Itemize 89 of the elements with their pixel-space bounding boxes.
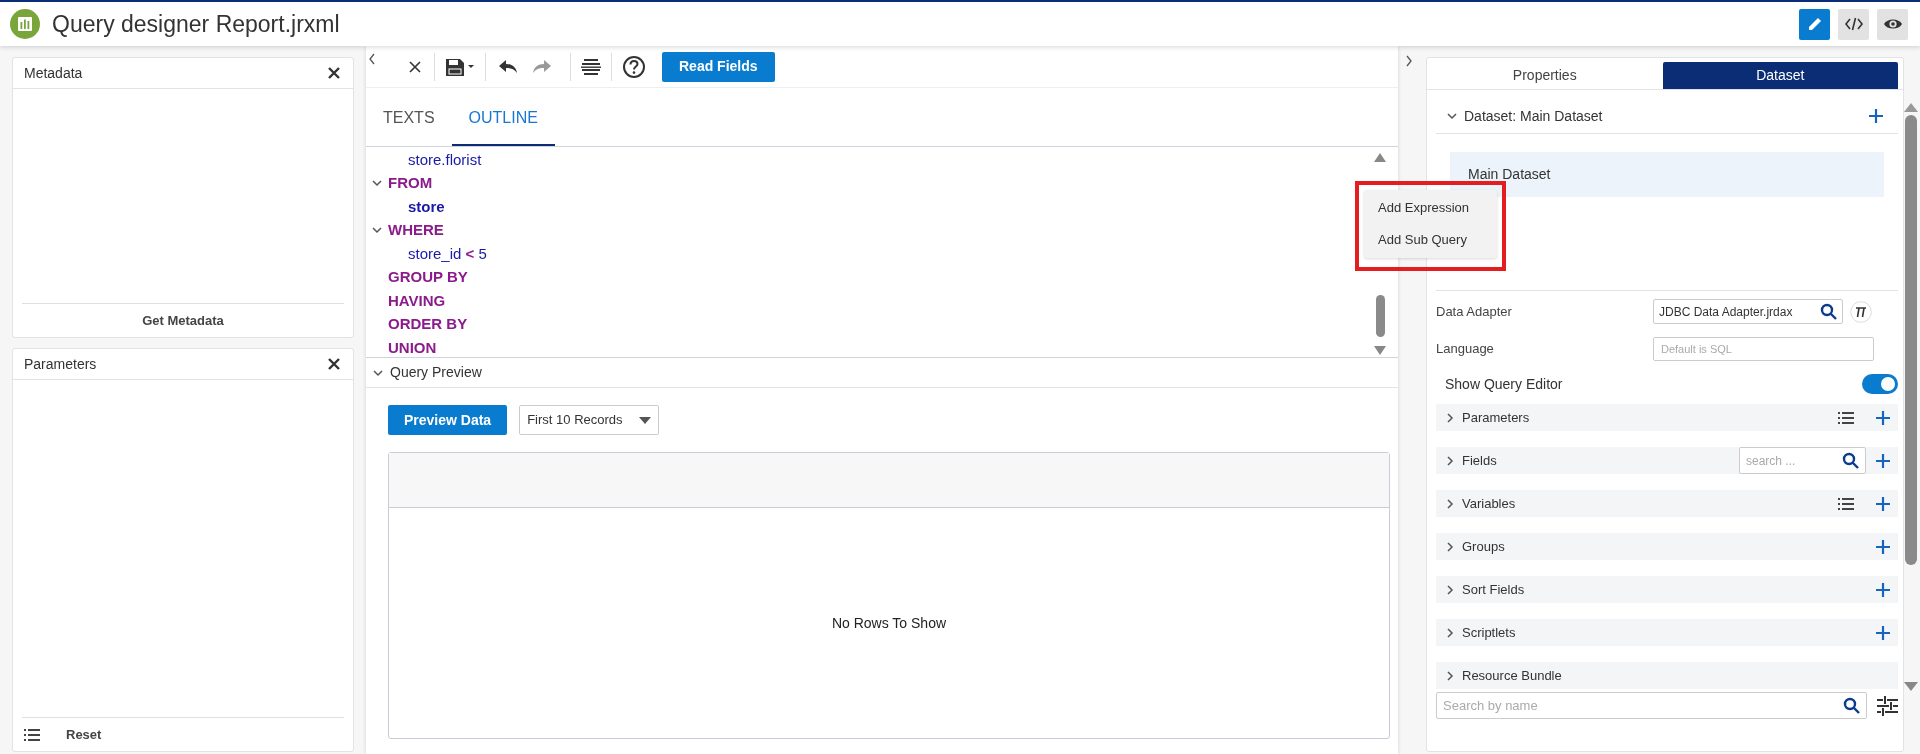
expand-caret-icon[interactable]	[1444, 583, 1456, 596]
sql-clause[interactable]: ORDER BY	[388, 313, 468, 336]
editor-tab[interactable]: OUTLINE	[451, 91, 555, 146]
field-name[interactable]: store.florist	[408, 148, 482, 171]
dataset-item[interactable]: Main Dataset	[1450, 152, 1884, 197]
toggle-switch[interactable]	[1862, 374, 1898, 394]
search-icon[interactable]	[1843, 697, 1860, 714]
field-label: Show Query Editor	[1445, 374, 1563, 394]
expand-caret-icon[interactable]	[1444, 626, 1456, 639]
add-icon[interactable]	[1875, 581, 1891, 598]
code-mode-button[interactable]	[1838, 8, 1869, 40]
section-title: Query Preview	[390, 363, 482, 382]
expand-caret-icon[interactable]	[1444, 454, 1456, 467]
close-icon[interactable]	[326, 65, 342, 81]
section-title: Resource Bundle	[1462, 666, 1562, 685]
add-icon[interactable]	[1875, 624, 1891, 641]
save-dropdown-icon[interactable]	[445, 56, 475, 77]
section-title: Variables	[1462, 494, 1516, 513]
sql-clause[interactable]: WHERE	[388, 219, 444, 242]
sql-clause[interactable]: UNION	[388, 336, 437, 359]
expand-caret-icon[interactable]	[1444, 497, 1456, 510]
edit-mode-button[interactable]	[1799, 8, 1830, 40]
section-header[interactable]: Resource Bundle	[1436, 662, 1898, 689]
report-logo-icon	[10, 9, 40, 39]
dropdown-arrow-icon	[639, 416, 652, 424]
get-metadata-button[interactable]: Get Metadata	[134, 306, 232, 335]
section-header[interactable]: Groups	[1436, 533, 1898, 560]
filter-settings-icon[interactable]	[1877, 695, 1898, 716]
records-dropdown[interactable]: First 10 Records	[519, 405, 660, 435]
collapse-left-icon[interactable]	[367, 52, 377, 66]
expression-icon[interactable]	[1850, 300, 1872, 323]
add-icon[interactable]	[1875, 452, 1891, 469]
search-icon[interactable]	[1842, 452, 1859, 469]
panel-title: Metadata	[24, 63, 83, 83]
expand-caret-icon[interactable]	[1444, 669, 1456, 682]
data-adapter-field[interactable]: JDBC Data Adapter.jrdax	[1653, 299, 1843, 324]
panel-tab[interactable]: Dataset	[1662, 62, 1898, 89]
section-header[interactable]: Parameters	[1436, 404, 1898, 431]
scroll-up-icon[interactable]	[1374, 153, 1386, 162]
list-icon[interactable]	[24, 726, 40, 743]
table-name[interactable]: store	[408, 195, 445, 218]
field-label: Language	[1436, 340, 1495, 359]
add-icon[interactable]	[1875, 495, 1891, 512]
preview-data-button[interactable]: Preview Data	[388, 405, 508, 435]
sql-clause[interactable]: HAVING	[388, 289, 446, 312]
scroll-up-icon[interactable]	[1904, 103, 1918, 112]
section-title: Sort Fields	[1462, 580, 1525, 599]
align-center-icon[interactable]	[581, 57, 601, 76]
section-header[interactable]: Fields search ...	[1436, 447, 1898, 474]
section-title: Parameters	[1462, 408, 1530, 427]
add-icon[interactable]	[1875, 538, 1891, 555]
section-title: Groups	[1462, 537, 1505, 556]
scrollbar-thumb[interactable]	[1375, 295, 1385, 337]
sql-clause[interactable]: GROUP BY	[388, 266, 468, 289]
expand-caret-icon[interactable]	[1444, 411, 1456, 424]
reset-button[interactable]: Reset	[66, 724, 102, 745]
help-icon[interactable]	[622, 54, 646, 79]
field-label: Data Adapter	[1436, 302, 1513, 321]
empty-message: No Rows To Show	[831, 613, 947, 633]
section-title: Fields	[1462, 451, 1497, 470]
search-icon[interactable]	[1820, 303, 1837, 320]
close-icon[interactable]	[326, 356, 342, 372]
language-field[interactable]: Default is SQL	[1653, 337, 1874, 361]
collapse-right-icon[interactable]	[1404, 54, 1414, 68]
panel-title: Parameters	[24, 354, 97, 374]
section-title: Dataset: Main Dataset	[1464, 106, 1603, 126]
preview-mode-button[interactable]	[1877, 8, 1908, 40]
redo-icon[interactable]	[532, 58, 552, 75]
collapse-caret-icon[interactable]	[1446, 110, 1458, 122]
list-icon[interactable]	[1838, 409, 1854, 426]
editor-tab[interactable]: TEXTS	[366, 91, 452, 146]
scroll-down-icon[interactable]	[1374, 346, 1386, 355]
section-header[interactable]: Scriptlets	[1436, 619, 1898, 646]
section-title: Scriptlets	[1462, 623, 1516, 642]
add-icon[interactable]	[1875, 409, 1891, 426]
section-header[interactable]: Variables	[1436, 490, 1898, 517]
section-header[interactable]: Sort Fields	[1436, 576, 1898, 603]
list-icon[interactable]	[1838, 495, 1854, 512]
menu-item[interactable]: Add Sub Query	[1364, 224, 1497, 256]
scroll-down-icon[interactable]	[1904, 682, 1918, 691]
add-icon[interactable]	[1868, 108, 1884, 124]
close-icon[interactable]	[407, 58, 423, 75]
read-fields-button[interactable]: Read Fields	[662, 51, 775, 82]
scrollbar-thumb[interactable]	[1905, 115, 1917, 565]
window-title: Query designer Report.jrxml	[52, 9, 340, 39]
expand-caret-icon[interactable]	[1444, 540, 1456, 553]
sql-clause[interactable]: FROM	[388, 172, 433, 195]
undo-icon[interactable]	[498, 58, 518, 75]
condition-text: store_id < 5	[408, 243, 487, 264]
